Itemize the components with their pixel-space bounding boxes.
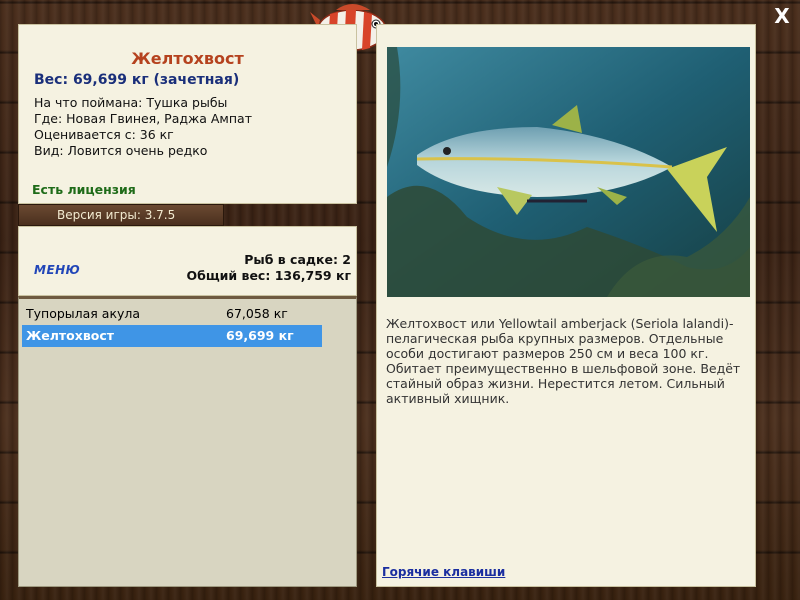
list-item-name: Желтохвост: [26, 328, 114, 343]
fish-detail-panel: Желтохвост или Yellowtail amberjack (Ser…: [376, 24, 756, 587]
list-item-selected[interactable]: Желтохвост 69,699 кг: [22, 325, 322, 347]
license-status: Есть лицензия: [32, 182, 136, 197]
fish-info-panel: Желтохвост Вес: 69,699 кг (зачетная) На …: [18, 24, 357, 204]
list-item[interactable]: Тупорылая акула 67,058 кг: [22, 303, 322, 325]
rarity-info: Вид: Ловится очень редко: [34, 143, 208, 158]
valued-from-info: Оценивается с: 36 кг: [34, 127, 174, 142]
game-version: Версия игры: 3.7.5: [18, 204, 224, 226]
fish-description: Желтохвост или Yellowtail amberjack (Ser…: [386, 316, 741, 406]
fish-weight: Вес: 69,699 кг (зачетная): [34, 72, 240, 88]
close-button[interactable]: X: [772, 6, 792, 26]
hotkeys-link[interactable]: Горячие клавиши: [382, 565, 505, 579]
catch-list[interactable]: Тупорылая акула 67,058 кг Желтохвост 69,…: [18, 296, 357, 587]
keepnet-summary-panel: МЕНЮ Рыб в садке: 2 Общий вес: 136,759 к…: [18, 226, 357, 296]
location-info: Где: Новая Гвинея, Раджа Ампат: [34, 111, 252, 126]
list-item-weight: 67,058 кг: [226, 306, 288, 321]
menu-button[interactable]: МЕНЮ: [34, 263, 80, 277]
fish-photo: [387, 47, 750, 297]
keepnet-stats: Рыб в садке: 2 Общий вес: 136,759 кг: [187, 252, 352, 284]
list-item-weight: 69,699 кг: [226, 328, 294, 343]
total-weight: Общий вес: 136,759 кг: [186, 268, 352, 283]
fish-count: Рыб в садке: 2: [244, 252, 351, 267]
bait-info: На что поймана: Тушка рыбы: [34, 95, 228, 110]
fish-name-title: Желтохвост: [131, 49, 244, 68]
list-item-name: Тупорылая акула: [26, 306, 141, 321]
